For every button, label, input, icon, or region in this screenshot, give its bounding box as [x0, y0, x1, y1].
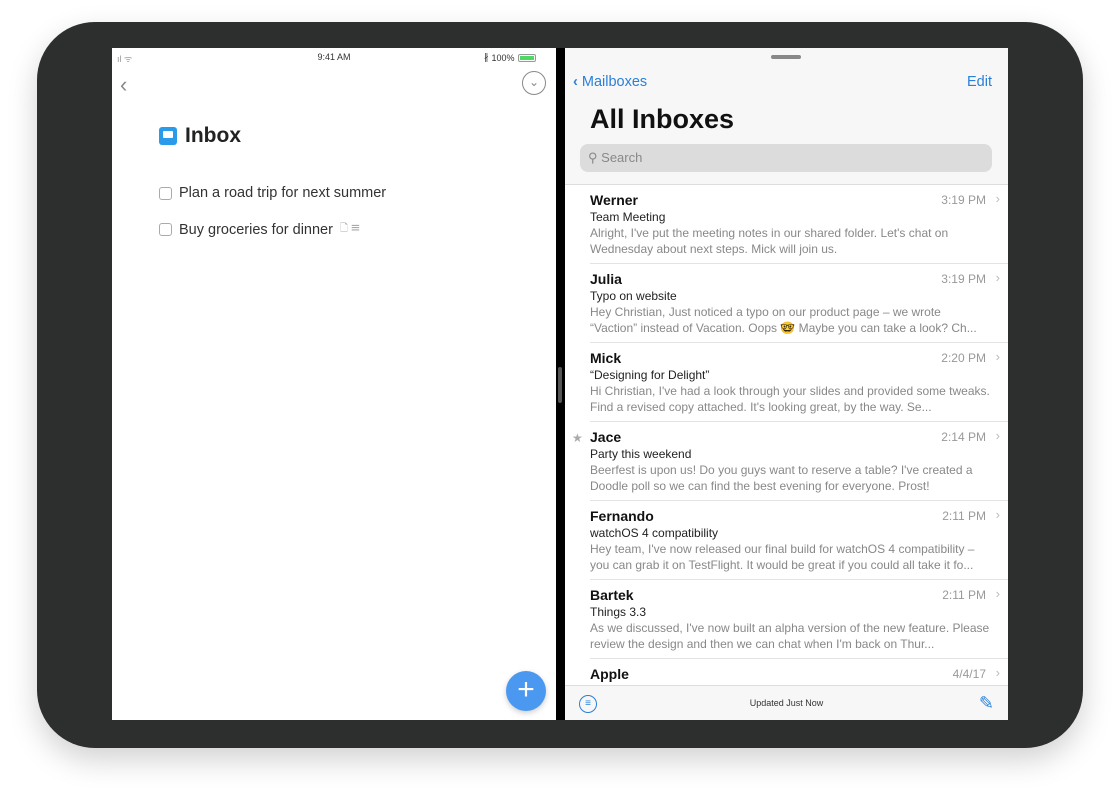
page-title: Inbox — [159, 124, 241, 148]
time: 3:19 PM — [941, 272, 986, 286]
sender: Mick — [590, 350, 622, 366]
edit-button[interactable]: Edit — [967, 74, 992, 90]
preview: Hey team, I've now released our final bu… — [590, 542, 975, 572]
back-label: Mailboxes — [581, 74, 648, 90]
bottom-toolbar: ≡ Updated Just Now ✎ — [565, 685, 1008, 720]
chevron-right-icon: › — [995, 586, 1000, 601]
split-handle[interactable] — [558, 367, 562, 403]
subject: Party this weekend — [590, 447, 692, 461]
chevron-right-icon: › — [995, 270, 1000, 285]
task-checkbox[interactable] — [159, 186, 172, 200]
title-text: Inbox — [185, 124, 241, 147]
update-status: Updated Just Now — [749, 698, 824, 708]
sender: Bartek — [590, 587, 634, 603]
message-row[interactable]: Werner 3:19 PM › Team Meeting Alright, I… — [590, 185, 1008, 264]
preview: Beerfest is upon us! Do you guys want to… — [590, 463, 973, 493]
subject: Things 3.3 — [590, 605, 647, 619]
sender: Fernando — [590, 508, 654, 524]
notes-checklist-icon: 🗋 ☰ — [339, 223, 361, 234]
more-options-icon[interactable]: ⌄ — [522, 71, 546, 95]
star-icon: ★ — [572, 431, 583, 445]
message-row[interactable]: ★ Jace 2:14 PM › Party this weekend Beerf… — [572, 422, 1008, 501]
preview: Hey Christian, Just noticed a typo on ou… — [590, 305, 977, 335]
time: 2:20 PM — [941, 351, 986, 365]
mail-app: ‹ Mailboxes Edit All Inboxes ⚲ Search We… — [565, 48, 1008, 720]
inbox-icon — [159, 127, 177, 145]
battery-icon — [517, 53, 536, 62]
time: 2:11 PM — [942, 588, 986, 602]
battery-indicator: ∦ 100% — [484, 52, 536, 63]
time: 2:11 PM — [942, 509, 986, 523]
task-item[interactable]: Buy groceries for dinner 🗋 ☰ — [159, 221, 360, 238]
task-label: Plan a road trip for next summer — [179, 185, 387, 201]
search-input[interactable]: ⚲ Search — [580, 144, 992, 172]
subject: watchOS 4 compatibility — [590, 526, 719, 540]
message-row[interactable]: Julia 3:19 PM › Typo on website Hey Chri… — [590, 264, 1008, 343]
subject: Team Meeting — [590, 210, 666, 224]
time: 3:19 PM — [941, 193, 986, 207]
sender: Apple — [590, 666, 629, 682]
chevron-right-icon: › — [995, 507, 1000, 522]
page-title: All Inboxes — [590, 104, 735, 134]
chevron-right-icon: › — [995, 349, 1000, 364]
sender: Julia — [590, 271, 622, 287]
chevron-right-icon: › — [995, 665, 1000, 680]
sender: Werner — [590, 192, 638, 208]
sender: Jace — [590, 429, 622, 445]
time: 2:14 PM — [941, 430, 986, 444]
back-chevron-icon[interactable]: ‹ — [120, 72, 127, 98]
add-task-button[interactable]: + — [506, 671, 546, 711]
mailboxes-back-button[interactable]: ‹ Mailboxes — [573, 74, 647, 90]
grabber[interactable] — [771, 55, 801, 59]
chevron-right-icon: › — [995, 191, 1000, 206]
preview: Alright, I've put the meeting notes in o… — [590, 226, 949, 256]
navigation-bar: ‹ Mailboxes Edit All Inboxes ⚲ Search — [565, 48, 1008, 185]
battery-percent: 100% — [491, 52, 515, 63]
search-placeholder: Search — [601, 150, 643, 165]
search-icon: ⚲ — [588, 150, 598, 165]
message-list: Werner 3:19 PM › Team Meeting Alright, I… — [565, 185, 1008, 720]
task-checkbox[interactable] — [159, 223, 172, 236]
subject: Typo on website — [590, 289, 677, 303]
preview: As we discussed, I've now built an alpha… — [590, 621, 990, 651]
bluetooth-icon: ∦ — [484, 52, 489, 62]
task-item[interactable]: Plan a road trip for next summer — [159, 185, 386, 201]
time: 4/4/17 — [952, 667, 986, 681]
preview: Hi Christian, I've had a look through yo… — [590, 384, 990, 414]
task-label: Buy groceries for dinner — [179, 221, 333, 238]
message-row[interactable]: Mick 2:20 PM › “Designing for Delight” H… — [590, 343, 1008, 422]
chevron-right-icon: › — [995, 428, 1000, 443]
message-row[interactable]: Fernando 2:11 PM › watchOS 4 compatibili… — [590, 501, 1008, 580]
compose-icon[interactable]: ✎ — [979, 693, 994, 714]
subject: “Designing for Delight” — [590, 368, 710, 382]
things-app: ıl ᯤ 9:41 AM ‹ ⌄ Inbox Plan a road trip … — [112, 48, 556, 720]
message-row[interactable]: Bartek 2:11 PM › Things 3.3 As we discus… — [590, 580, 1008, 659]
